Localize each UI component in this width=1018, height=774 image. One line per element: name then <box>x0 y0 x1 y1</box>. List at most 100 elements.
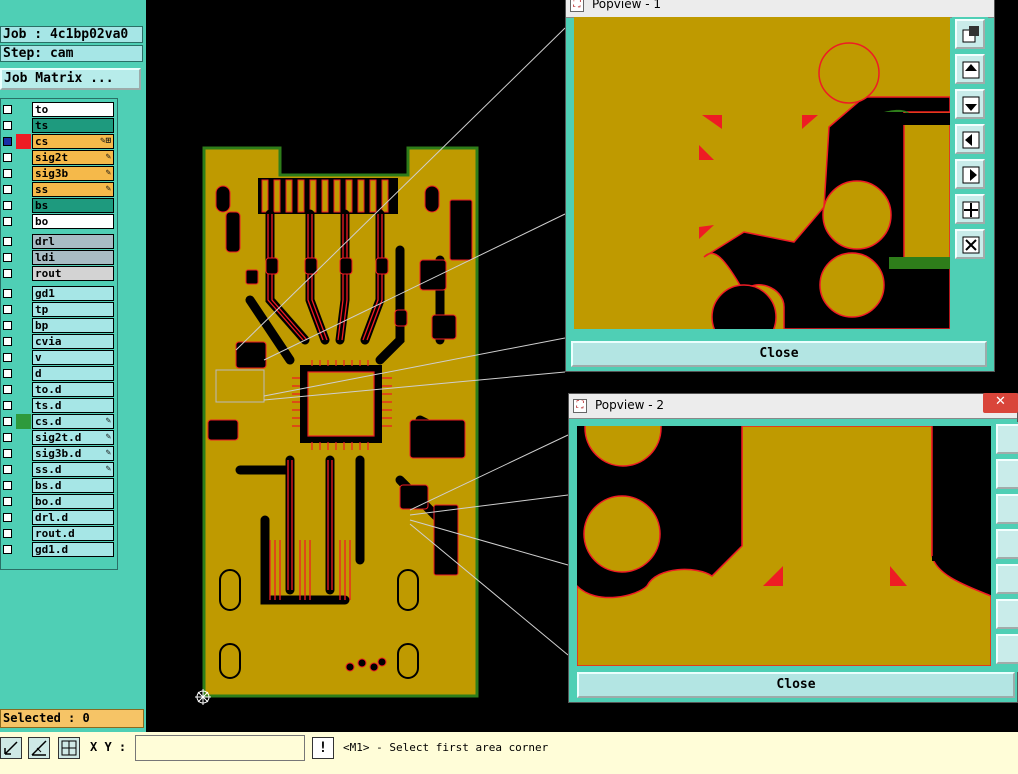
layer-name[interactable]: sig2t.d ✎ <box>32 430 114 445</box>
select-tool-button[interactable] <box>0 737 22 759</box>
layer-name[interactable]: cs.d ✎ <box>32 414 114 429</box>
pan-left-button[interactable] <box>955 124 985 154</box>
alert-button[interactable]: ! <box>312 737 334 759</box>
layer-row-gd1-d[interactable]: gd1.d <box>1 542 117 558</box>
layer-name[interactable]: bp <box>32 318 114 333</box>
layer-checkbox[interactable] <box>3 169 12 178</box>
layer-color-swatch[interactable] <box>16 102 31 117</box>
layer-color-swatch[interactable] <box>16 414 31 429</box>
layer-color-swatch[interactable] <box>16 334 31 349</box>
zoom-home-button[interactable] <box>955 19 985 49</box>
popview-1-close-button[interactable]: Close <box>571 341 987 367</box>
layer-name[interactable]: cs ✎⊞ <box>32 134 114 149</box>
layer-checkbox[interactable] <box>3 465 12 474</box>
layer-color-swatch[interactable] <box>16 166 31 181</box>
layer-checkbox[interactable] <box>3 121 12 130</box>
layer-row-to-d[interactable]: to.d <box>1 382 117 398</box>
layer-color-swatch[interactable] <box>16 510 31 525</box>
layer-checkbox[interactable] <box>3 337 12 346</box>
layer-row-sig2t-d[interactable]: sig2t.d ✎ <box>1 430 117 446</box>
layer-color-swatch[interactable] <box>16 350 31 365</box>
layer-color-swatch[interactable] <box>16 134 31 149</box>
layer-row-bs[interactable]: bs <box>1 198 117 214</box>
layer-checkbox[interactable] <box>3 217 12 226</box>
popview-1-titlebar[interactable]: ⛶ Popview - 1 <box>566 0 994 18</box>
layer-name[interactable]: bs <box>32 198 114 213</box>
layer-checkbox[interactable] <box>3 137 12 146</box>
layer-color-swatch[interactable] <box>16 234 31 249</box>
zoom-out-button[interactable] <box>996 634 1018 664</box>
layer-name[interactable]: cvia <box>32 334 114 349</box>
layer-row-to[interactable]: to <box>1 102 117 118</box>
layer-row-cs-d[interactable]: cs.d ✎ <box>1 414 117 430</box>
popview-2-close-button[interactable]: Close <box>577 672 1015 698</box>
layer-name[interactable]: ts.d <box>32 398 114 413</box>
popview-2-window[interactable]: ⛶ Popview - 2 Close <box>568 393 1018 703</box>
layer-row-ldi[interactable]: ldi <box>1 250 117 266</box>
popview-1-window[interactable]: ⛶ Popview - 1 Close <box>565 0 995 372</box>
layer-row-cvia[interactable]: cvia <box>1 334 117 350</box>
layer-color-swatch[interactable] <box>16 214 31 229</box>
layer-name[interactable]: v <box>32 350 114 365</box>
layer-color-swatch[interactable] <box>16 182 31 197</box>
layer-color-swatch[interactable] <box>16 542 31 557</box>
layer-color-swatch[interactable] <box>16 526 31 541</box>
layer-name[interactable]: ts <box>32 118 114 133</box>
layer-color-swatch[interactable] <box>16 446 31 461</box>
layer-checkbox[interactable] <box>3 253 12 262</box>
layer-color-swatch[interactable] <box>16 462 31 477</box>
layer-row-rout[interactable]: rout <box>1 266 117 282</box>
layer-name[interactable]: sig2t ✎ <box>32 150 114 165</box>
layer-color-swatch[interactable] <box>16 250 31 265</box>
popview-2-canvas[interactable] <box>577 426 991 666</box>
layer-color-swatch[interactable] <box>16 318 31 333</box>
layer-row-sig3b-d[interactable]: sig3b.d ✎ <box>1 446 117 462</box>
layer-row-d[interactable]: d <box>1 366 117 382</box>
layer-color-swatch[interactable] <box>16 286 31 301</box>
layer-checkbox[interactable] <box>3 529 12 538</box>
layer-row-bo[interactable]: bo <box>1 214 117 230</box>
layer-color-swatch[interactable] <box>16 430 31 445</box>
layer-checkbox[interactable] <box>3 353 12 362</box>
pan-up-button[interactable] <box>996 459 1018 489</box>
popview-1-canvas[interactable] <box>574 17 950 329</box>
layer-color-swatch[interactable] <box>16 382 31 397</box>
grid-tool-button[interactable] <box>58 737 80 759</box>
job-matrix-button[interactable]: Job Matrix ... <box>0 68 141 90</box>
layer-checkbox[interactable] <box>3 201 12 210</box>
layer-checkbox[interactable] <box>3 545 12 554</box>
xy-coordinate-input[interactable] <box>135 735 305 761</box>
layer-name[interactable]: d <box>32 366 114 381</box>
layer-checkbox[interactable] <box>3 185 12 194</box>
layer-checkbox[interactable] <box>3 269 12 278</box>
layer-checkbox[interactable] <box>3 417 12 426</box>
layer-name[interactable]: rout <box>32 266 114 281</box>
pan-right-button[interactable] <box>955 159 985 189</box>
layer-checkbox[interactable] <box>3 153 12 162</box>
layer-name[interactable]: sig3b.d ✎ <box>32 446 114 461</box>
layer-checkbox[interactable] <box>3 289 12 298</box>
layer-checkbox[interactable] <box>3 321 12 330</box>
layer-row-sig2t[interactable]: sig2t ✎ <box>1 150 117 166</box>
layer-color-swatch[interactable] <box>16 118 31 133</box>
layer-row-ss-d[interactable]: ss.d ✎ <box>1 462 117 478</box>
layer-name[interactable]: gd1 <box>32 286 114 301</box>
zoom-in-button[interactable] <box>955 194 985 224</box>
layer-color-swatch[interactable] <box>16 366 31 381</box>
layer-name[interactable]: bo <box>32 214 114 229</box>
layer-color-swatch[interactable] <box>16 302 31 317</box>
layer-row-ts[interactable]: ts <box>1 118 117 134</box>
layer-name[interactable]: drl <box>32 234 114 249</box>
layer-checkbox[interactable] <box>3 237 12 246</box>
pan-down-button[interactable] <box>955 89 985 119</box>
layer-name[interactable]: ldi <box>32 250 114 265</box>
layer-name[interactable]: ss.d ✎ <box>32 462 114 477</box>
layer-checkbox[interactable] <box>3 105 12 114</box>
layer-row-bp[interactable]: bp <box>1 318 117 334</box>
layer-row-bs-d[interactable]: bs.d <box>1 478 117 494</box>
layer-row-drl[interactable]: drl <box>1 234 117 250</box>
layer-checkbox[interactable] <box>3 513 12 522</box>
layer-row-drl-d[interactable]: drl.d <box>1 510 117 526</box>
popview-2-titlebar[interactable]: ⛶ Popview - 2 <box>569 394 1017 419</box>
layer-checkbox[interactable] <box>3 401 12 410</box>
